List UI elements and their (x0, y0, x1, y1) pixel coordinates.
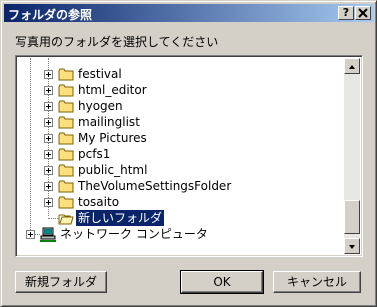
tree-item-label: html_editor (78, 83, 147, 97)
tree-item-label: My Pictures (78, 131, 147, 145)
expand-icon[interactable] (44, 150, 53, 159)
instruction-text: 写真用のフォルダを選択してください (15, 35, 219, 49)
close-icon (358, 8, 368, 18)
help-button[interactable]: ? (338, 6, 354, 20)
vertical-scrollbar[interactable] (344, 58, 360, 254)
expand-icon[interactable] (44, 198, 53, 207)
tree-item-label: TheVolumeSettingsFolder (78, 179, 232, 193)
tree-item-label: tosaito (78, 195, 120, 209)
tree-item-label: pcfs1 (78, 147, 111, 161)
tree-item-label: hyogen (78, 99, 123, 113)
network-computer-icon (40, 227, 56, 242)
folder-icon (58, 100, 74, 113)
folder-tree-view[interactable]: festival html_editor hyogen mailinglist (15, 55, 363, 257)
expand-icon[interactable] (44, 70, 53, 79)
folder-open-icon (58, 214, 74, 225)
tree-item-label: mailinglist (78, 115, 140, 129)
folder-icon (58, 196, 74, 209)
window-title: フォルダの参照 (8, 8, 93, 22)
tree-item-label: public_html (78, 163, 148, 177)
folder-icon (58, 148, 74, 161)
folder-icon (58, 68, 74, 81)
tree-item-label: ネットワーク コンピュータ (60, 227, 208, 241)
arrow-up-icon (349, 65, 355, 69)
scroll-down-button[interactable] (344, 238, 360, 254)
tree-connector (48, 218, 58, 219)
ok-button[interactable]: OK (180, 270, 264, 294)
expand-icon[interactable] (44, 86, 53, 95)
new-folder-button[interactable]: 新規フォルダ (15, 271, 107, 293)
expand-icon[interactable] (44, 118, 53, 127)
arrow-down-icon (349, 245, 355, 249)
expand-icon[interactable] (44, 102, 53, 111)
folder-icon (58, 180, 74, 193)
folder-browse-dialog: フォルダの参照 ? 写真用のフォルダを選択してください festival htm… (0, 0, 377, 307)
folder-icon (58, 116, 74, 129)
expand-icon[interactable] (26, 230, 35, 239)
close-button[interactable] (355, 6, 371, 20)
expand-icon[interactable] (44, 134, 53, 143)
expand-icon[interactable] (44, 182, 53, 191)
folder-icon (58, 164, 74, 177)
folder-tree: festival html_editor hyogen mailinglist (18, 58, 342, 254)
cancel-button[interactable]: キャンセル (273, 271, 361, 293)
folder-icon (58, 132, 74, 145)
tree-connector (30, 58, 31, 234)
scroll-thumb[interactable] (344, 200, 360, 234)
folder-icon (58, 84, 74, 97)
tree-item-label: 新しいフォルダ (74, 209, 166, 227)
scroll-up-button[interactable] (344, 58, 360, 74)
tree-item-label: festival (78, 67, 122, 81)
title-bar[interactable]: フォルダの参照 ? (4, 4, 374, 22)
expand-icon[interactable] (44, 166, 53, 175)
